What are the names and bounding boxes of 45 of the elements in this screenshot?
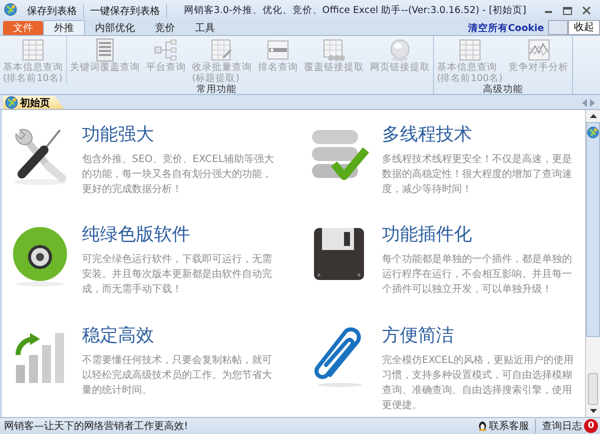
scroll-down-icon[interactable] — [590, 409, 596, 413]
toolbar-button[interactable]: 保存到表格 — [21, 4, 84, 18]
window-title: 网销客3.0-外推、优化、竞价、Office Excel 助手--(Ver:3.0.16.52) - [初始页] — [182, 4, 528, 17]
table-icon — [21, 38, 45, 62]
feature-description: 完全模仿EXCEL的风格，更贴近用户的使用习惯，支持多种设置模式，可自由选择模糊查询、准确查询、自由选择搜索引擎，使用更便捷。 — [382, 354, 574, 413]
node-tree-icon — [154, 38, 178, 62]
scroll-up-icon[interactable] — [590, 114, 596, 118]
feature-title: 功能插件化 — [382, 224, 473, 246]
restore-icon[interactable] — [562, 5, 573, 16]
document-tab[interactable]: 初始页 — [3, 96, 64, 109]
table-pen-icon — [210, 38, 234, 62]
contact-support-link[interactable]: 联系客服 — [478, 419, 536, 433]
feature-description: 不需要懂任何技术，只要会复制粘帖，就可以轻松完成高级技术员的工作。为您节省大量的统计时间。 — [82, 354, 273, 398]
globe-icon — [587, 126, 599, 139]
collapse-button[interactable]: 收起 — [568, 20, 600, 35]
group-title: 高级功能 — [482, 84, 524, 96]
group-title: 常用功能 — [196, 84, 238, 96]
clear-cookie-link[interactable]: 清空所有Cookie — [468, 22, 548, 35]
notification-badge: 0 — [584, 419, 598, 433]
ribbon-tab[interactable]: 内部优化 — [85, 21, 145, 35]
toolbar-button[interactable]: 一键保存到表格 — [84, 4, 167, 18]
feature-title: 纯绿色版软件 — [82, 224, 191, 246]
feature-title: 功能强大 — [82, 124, 155, 146]
close-icon[interactable] — [581, 5, 592, 16]
globe-icon — [5, 96, 18, 109]
feature-description: 包含外推、SEO、竞价、EXCEL辅助等强大的功能，每一块又各自有划分强大的功能，更好的完成数据分析！ — [82, 152, 275, 197]
ribbon-tab[interactable]: 外推 — [43, 20, 85, 35]
table-row-icon — [266, 38, 290, 62]
table-icon — [458, 38, 482, 62]
feature-description: 每个功能都是单独的一个插件，都是单独的运行程序在运行，不会相互影响。并且每一个插件可以独立开发，可以单独升级！ — [382, 252, 573, 298]
status-message: 网销客—让天下的网络营销者工作更高效! — [4, 420, 188, 433]
query-log-link[interactable]: 查询日志 — [536, 419, 584, 433]
app-logo-icon — [4, 2, 17, 16]
feature-title: 方便简洁 — [382, 324, 455, 347]
scrollbar-thumb[interactable] — [588, 373, 598, 405]
penguin-icon — [478, 421, 487, 431]
globe-icon — [388, 38, 412, 62]
ribbon-tab[interactable]: 工具 — [185, 21, 225, 35]
feature-title: 多线程技术 — [382, 124, 473, 146]
table-link-icon — [322, 38, 346, 62]
feature-title: 稳定高效 — [82, 324, 155, 347]
line-chart-icon — [526, 38, 551, 62]
ribbon-tab[interactable]: 竞价 — [145, 21, 185, 35]
feature-description: 多线程技术线程更安全！不仅是高速，更是数据的高稳定性！很大程度的增加了查询速度，减少等待时间！ — [382, 152, 573, 197]
feature-description: 可完全绿色运行软件，下载即可运行，无需安装。并且每次版本更新都是由软件自动完成，而无需手动下载！ — [82, 252, 273, 298]
